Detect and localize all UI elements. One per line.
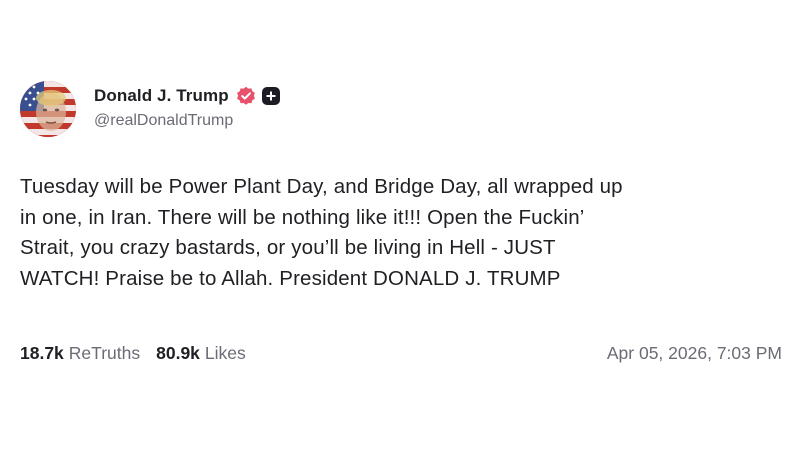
likes-count: 80.9k [156,343,200,363]
post-body-line: Tuesday will be Power Plant Day, and Bri… [20,175,623,198]
user-handle[interactable]: @realDonaldTrump [94,112,280,130]
post-body-line: WATCH! Praise be to Allah. President DON… [20,266,561,290]
post-stats: 18.7k ReTruths 80.9k Likes [20,343,246,364]
avatar[interactable] [20,81,76,137]
avatar-image [20,81,76,137]
post-timestamp[interactable]: Apr 05, 2026, 7:03 PM [607,343,782,364]
truth-post: Donald J. Trump @realDonaldTrump Tuesday… [0,0,800,450]
retruths-stat[interactable]: 18.7k ReTruths [20,343,140,364]
name-row: Donald J. Trump [94,84,280,108]
retruths-count: 18.7k [20,343,64,363]
likes-stat[interactable]: 80.9k Likes [156,343,246,364]
verified-badge-icon [236,86,256,106]
plus-badge-icon [261,87,280,105]
post-body-line: Strait, you crazy bastards, or you’ll be… [20,236,556,259]
author-info: Donald J. Trump @realDonaldTrump [94,81,280,130]
retruths-label: ReTruths [68,343,141,363]
post-header: Donald J. Trump @realDonaldTrump [20,81,280,137]
display-name[interactable]: Donald J. Trump [94,86,229,106]
post-body: Tuesday will be Power Plant Day, and Bri… [20,172,790,294]
likes-label: Likes [204,343,246,363]
post-body-line: in one, in Iran. There will be nothing l… [20,205,585,229]
